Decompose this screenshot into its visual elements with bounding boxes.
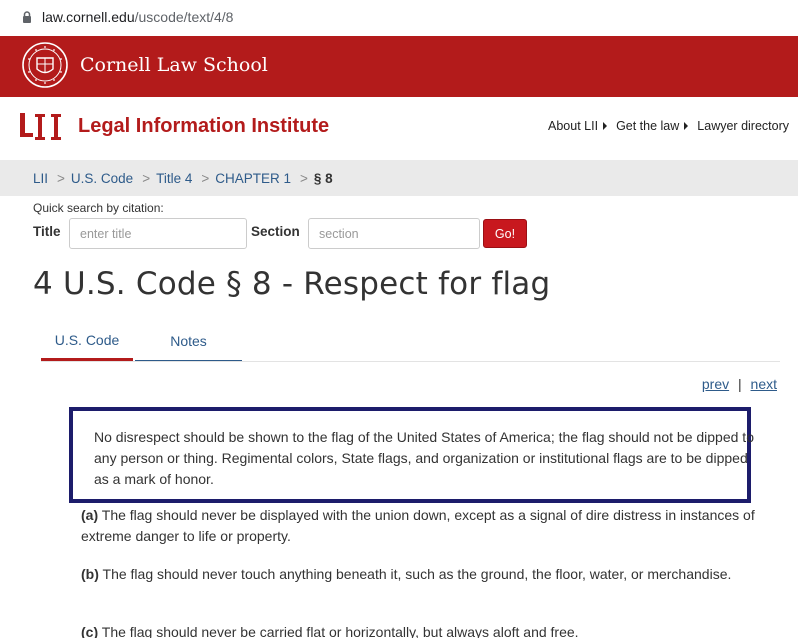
breadcrumb-us-code[interactable]: U.S. Code xyxy=(71,171,133,186)
paragraph-c: (c) The flag should never be carried fla… xyxy=(81,622,761,638)
paragraph-a: (a) The flag should never be displayed w… xyxy=(81,505,761,547)
breadcrumb-chapter-1[interactable]: CHAPTER 1 xyxy=(215,171,291,186)
breadcrumb-separator: > xyxy=(300,170,308,186)
cornell-seal-icon[interactable] xyxy=(21,41,69,89)
lock-icon xyxy=(23,11,31,23)
paragraph-marker: (b) xyxy=(81,566,99,582)
breadcrumb: LII > U.S. Code > Title 4 > CHAPTER 1 > … xyxy=(0,160,798,196)
highlight-box: No disrespect should be shown to the fla… xyxy=(69,407,754,503)
next-link[interactable]: next xyxy=(751,376,777,392)
breadcrumb-title-4[interactable]: Title 4 xyxy=(156,171,192,186)
caret-right-icon xyxy=(684,122,689,130)
paragraph-text: The flag should never touch anything ben… xyxy=(98,566,732,582)
go-button[interactable]: Go! xyxy=(483,219,527,248)
paragraph-text: The flag should never be displayed with … xyxy=(81,507,755,544)
url-text[interactable]: law.cornell.edu/uscode/text/4/8 xyxy=(42,9,233,25)
nav-lawyer-directory[interactable]: Lawyer directory xyxy=(697,119,789,133)
paragraph-marker: (a) xyxy=(81,507,99,523)
breadcrumb-separator: > xyxy=(201,170,210,186)
paragraph-marker: (c) xyxy=(81,624,99,638)
prev-link[interactable]: prev xyxy=(702,376,729,392)
lii-header: Legal Information Institute About LII Ge… xyxy=(0,97,798,160)
cornell-banner: Cornell Law School xyxy=(0,36,798,97)
breadcrumb-lii[interactable]: LII xyxy=(33,171,48,186)
breadcrumb-separator: > xyxy=(142,170,151,186)
pager-separator: | xyxy=(738,376,742,392)
address-bar[interactable]: law.cornell.edu/uscode/text/4/8 xyxy=(0,0,798,36)
title-field-label: Title xyxy=(33,224,61,239)
quick-search-label: Quick search by citation: xyxy=(33,201,164,215)
caret-right-icon xyxy=(603,122,608,130)
breadcrumb-separator: > xyxy=(57,170,65,186)
lii-nav: About LII Get the law Lawyer directory xyxy=(539,119,789,133)
tab-us-code[interactable]: U.S. Code xyxy=(41,322,133,361)
tab-notes[interactable]: Notes xyxy=(135,322,242,361)
title-input[interactable] xyxy=(69,218,247,249)
cornell-law-school-link[interactable]: Cornell Law School xyxy=(80,54,268,76)
lii-title[interactable]: Legal Information Institute xyxy=(78,115,329,138)
page-title: 4 U.S. Code § 8 - Respect for flag xyxy=(33,266,551,302)
section-input[interactable] xyxy=(308,218,480,249)
intro-paragraph: No disrespect should be shown to the fla… xyxy=(94,429,754,487)
tab-bar: U.S. Code Notes xyxy=(41,322,780,362)
nav-about-lii[interactable]: About LII xyxy=(548,119,608,133)
paragraph-text: The flag should never be carried flat or… xyxy=(98,624,579,638)
pager: prev | next xyxy=(702,376,777,392)
breadcrumb-current: § 8 xyxy=(313,170,333,186)
section-field-label: Section xyxy=(251,224,300,239)
lii-logo-icon[interactable] xyxy=(19,111,71,141)
nav-get-the-law[interactable]: Get the law xyxy=(616,119,689,133)
paragraph-b: (b) The flag should never touch anything… xyxy=(81,564,761,585)
